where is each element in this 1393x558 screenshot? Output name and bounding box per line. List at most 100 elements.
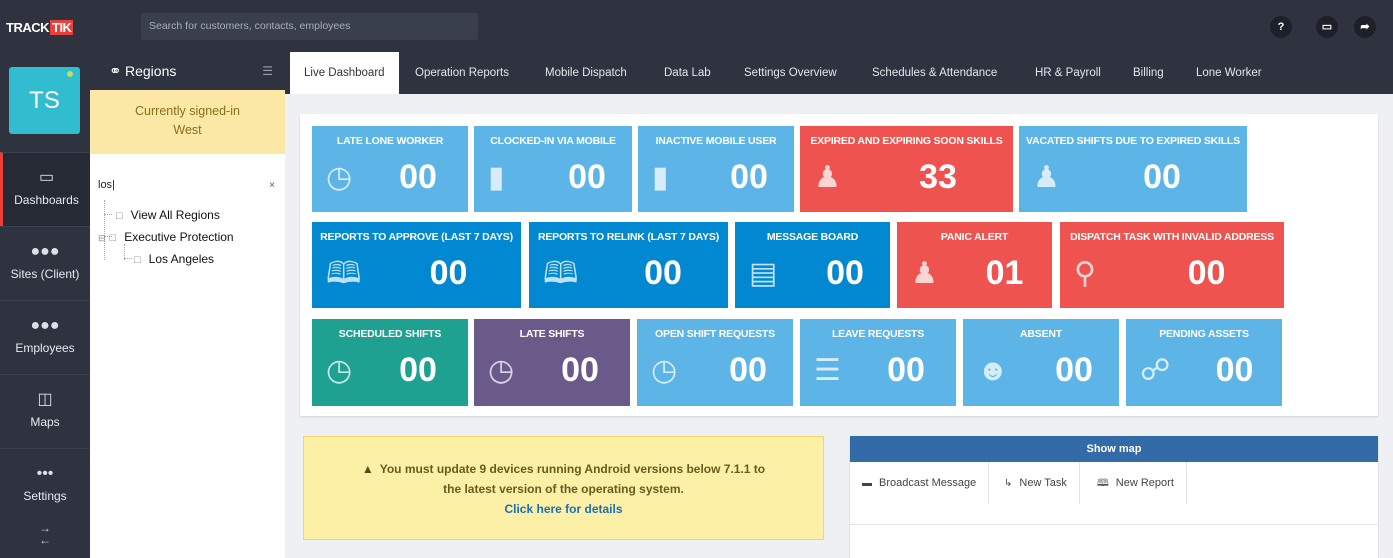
tree-item-los-angeles[interactable]: □ Los Angeles [134,252,214,266]
monitor-icon[interactable]: ▭ [1316,16,1338,38]
tab-live-dashboard[interactable]: Live Dashboard [290,52,399,94]
tree-item-executive-protection[interactable]: ⊟ □ Executive Protection [98,230,234,244]
nav-maps-label: Maps [30,415,60,429]
tile-panic-alert[interactable]: PANIC ALERT ♟ 01 [897,222,1052,308]
book-icon: 🕮 [1097,478,1109,489]
tile-value: 00 [399,351,437,389]
broadcast-message-button[interactable]: ▬ Broadcast Message [850,462,990,504]
tree-item-label: Executive Protection [124,230,234,244]
alert-line-1: You must update 9 devices running Androi… [379,462,766,476]
tile-title: OPEN SHIFT REQUESTS [655,328,775,340]
asset-tag-icon: ☍ [1140,354,1171,387]
tree-item-label: Los Angeles [148,252,215,266]
new-report-button[interactable]: 🕮 New Report [1085,462,1187,504]
new-task-button[interactable]: ↳ New Task [992,462,1080,504]
nav-settings-label: Settings [23,489,67,503]
tab-operation-reports[interactable]: Operation Reports [415,52,509,94]
tile-vacated-shifts[interactable]: VACATED SHIFTS DUE TO EXPIRED SKILLS ♟ 0… [1019,126,1247,212]
tile-reports-to-approve[interactable]: REPORTS TO APPROVE (LAST 7 DAYS) 🕮 00 [312,222,521,308]
tracktik-logo[interactable]: TRACK TIK [6,20,74,35]
show-map-button[interactable]: Show map [850,436,1378,462]
tile-title: LATE SHIFTS [519,328,585,340]
nav-dashboards[interactable]: ▭ Dashboards [0,152,90,226]
tab-lone-worker[interactable]: Lone Worker [1196,52,1262,94]
tile-value: 00 [644,254,682,292]
tree-connector [104,214,112,215]
nav-settings[interactable]: ••• Settings [0,448,90,522]
help-icon[interactable]: ? [1270,16,1292,38]
clipboard-icon: ▤ [749,257,778,290]
avatar-initials: TS [29,87,60,114]
tile-absent[interactable]: ABSENT ☻ 00 [963,319,1119,406]
tile-message-board[interactable]: MESSAGE BOARD ▤ 00 [735,222,890,308]
monitor-icon: ▭ [38,169,55,186]
tab-schedules-attendance[interactable]: Schedules & Attendance [872,52,997,94]
dashboard-main: LATE LONE WORKER ◷ 00 CLOCKED-IN VIA MOB… [285,94,1393,558]
left-navigation: TS ▭ Dashboards ●●● Sites (Client) ●●● E… [0,52,90,558]
top-bar: TRACK TIK Search for customers, contacts,… [0,0,1393,52]
document-icon: □ [134,254,141,266]
user-badge-icon: ♟ [1033,161,1060,194]
tile-reports-to-relink[interactable]: REPORTS TO RELINK (LAST 7 DAYS) 🕮 00 [529,222,728,308]
expand-icon[interactable]: ⊟ [98,233,106,243]
tile-value: 00 [1187,254,1226,292]
tile-title: LATE LONE WORKER [336,135,444,147]
mobile-phone-icon: ▮ [488,161,505,194]
tile-title: DISPATCH TASK WITH INVALID ADDRESS [1070,231,1274,243]
global-search-input[interactable]: Search for customers, contacts, employee… [141,13,478,40]
clock-icon: ◷ [488,354,515,387]
user-icon: ☻ [977,354,1009,387]
more-dots-icon: ••• [36,465,54,482]
document-icon: □ [116,210,123,222]
tile-title: ABSENT [1020,328,1062,340]
menu-icon[interactable]: ☰ [262,64,273,78]
clear-search-icon[interactable]: × [269,180,275,191]
tile-value: 00 [887,351,925,389]
tab-billing[interactable]: Billing [1133,52,1164,94]
tile-scheduled-shifts[interactable]: SCHEDULED SHIFTS ◷ 00 [312,319,468,406]
tile-late-lone-worker[interactable]: LATE LONE WORKER ◷ 00 [312,126,468,212]
nav-dashboards-label: Dashboards [14,193,79,207]
main-tabs: Live Dashboard Operation Reports Mobile … [285,52,1393,94]
region-search-input[interactable]: los| [98,179,115,191]
nav-maps[interactable]: ◫ Maps [0,374,90,448]
nav-employees[interactable]: ●●● Employees [0,300,90,374]
tile-open-shift-requests[interactable]: OPEN SHIFT REQUESTS ◷ 00 [637,319,793,406]
signed-in-region-banner: Currently signed-in West [90,90,285,154]
collapse-nav-icon[interactable]: → ← [0,522,90,546]
tile-late-shifts[interactable]: LATE SHIFTS ◷ 00 [474,319,630,406]
action-label: Broadcast Message [879,477,977,489]
tile-dispatch-invalid-address[interactable]: DISPATCH TASK WITH INVALID ADDRESS ⚲ 00 [1060,222,1284,308]
tile-value: 00 [1143,158,1181,196]
tab-hr-payroll[interactable]: HR & Payroll [1035,52,1101,94]
tile-title: MESSAGE BOARD [766,231,859,243]
tab-data-lab[interactable]: Data Lab [664,52,711,94]
tile-value: 00 [399,158,437,196]
tile-title: INACTIVE MOBILE USER [655,135,777,147]
book-icon: 🕮 [543,257,579,290]
tile-pending-assets[interactable]: PENDING ASSETS ☍ 00 [1126,319,1282,406]
tile-expired-skills[interactable]: EXPIRED AND EXPIRING SOON SKILLS ♟ 33 [800,126,1013,212]
tile-value: 01 [985,254,1024,292]
signed-in-region-name: West [173,123,202,137]
list-icon: ☰ [814,354,841,387]
tab-settings-overview[interactable]: Settings Overview [744,52,837,94]
logo-text: TRACK [6,20,50,35]
action-label: New Task [1019,477,1067,489]
nav-employees-label: Employees [15,341,75,355]
tab-mobile-dispatch[interactable]: Mobile Dispatch [545,52,627,94]
alert-details-link[interactable]: Click here for details [304,499,823,519]
tile-clocked-in-via-mobile[interactable]: CLOCKED-IN VIA MOBILE ▮ 00 [474,126,632,212]
signed-in-label: Currently signed-in [135,104,240,118]
user-badge-icon: ♟ [911,257,938,290]
user-avatar[interactable]: TS [9,67,80,134]
tile-inactive-mobile-user[interactable]: INACTIVE MOBILE USER ▮ 00 [638,126,794,212]
map-icon: ◫ [37,391,53,408]
share-icon[interactable]: ➦ [1354,16,1376,38]
nav-sites-client[interactable]: ●●● Sites (Client) [0,226,90,300]
android-update-alert: ▲ You must update 9 devices running Andro… [303,436,824,540]
tile-leave-requests[interactable]: LEAVE REQUESTS ☰ 00 [800,319,956,406]
link-icon: ⚭ [109,63,122,80]
tree-item-view-all-regions[interactable]: □ View All Regions [116,208,220,222]
tile-value: 00 [568,158,606,196]
